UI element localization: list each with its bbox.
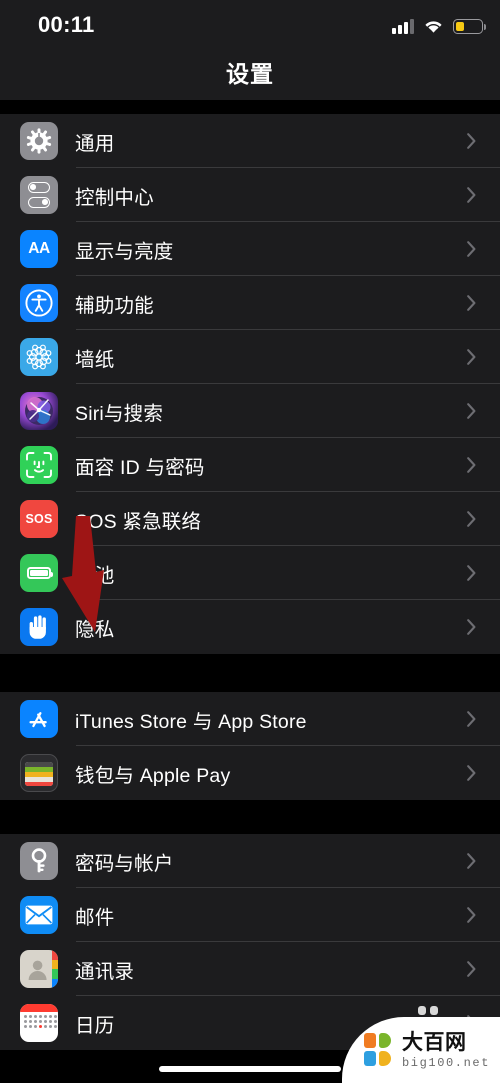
sos-icon: SOS [20, 500, 58, 538]
settings-row[interactable]: 邮件 [0, 888, 500, 942]
mail-icon [20, 896, 58, 934]
chevron-right-icon [467, 961, 476, 977]
settings-row-label: 显示与亮度 [75, 240, 174, 263]
siri-icon [20, 392, 58, 430]
settings-section-2: iTunes Store 与 App Store 钱包与 Apple Pay [0, 692, 500, 800]
settings-row-label: 日历 [75, 1014, 115, 1037]
settings-row-label: Siri与搜索 [75, 402, 164, 425]
display-brightness-icon: AA [20, 230, 58, 268]
key-icon [20, 842, 58, 880]
settings-row[interactable]: 钱包与 Apple Pay [0, 746, 500, 800]
page-title: 设置 [226, 61, 274, 87]
settings-row[interactable]: 通用 [0, 114, 500, 168]
cellular-bars-icon [392, 19, 414, 34]
chevron-right-icon [467, 133, 476, 149]
status-bar-clock: 00:11 [38, 12, 95, 37]
privacy-hand-icon [20, 608, 58, 646]
settings-row-label: 辅助功能 [75, 294, 154, 317]
settings-row[interactable]: Siri与搜索 [0, 384, 500, 438]
control-center-icon [20, 176, 58, 214]
settings-row[interactable]: 控制中心 [0, 168, 500, 222]
settings-row-label: 邮件 [75, 906, 115, 929]
big100-logo-icon [364, 1033, 394, 1067]
face-id-icon [20, 446, 58, 484]
settings-row-label: 电池 [75, 564, 115, 587]
settings-row-label: 通讯录 [75, 960, 135, 983]
battery-icon [20, 554, 58, 592]
chevron-right-icon [467, 765, 476, 781]
settings-screen: 00:11 设置 通用控制中心 AA 显示与亮度辅助功能墙纸 Siri与搜索面容 ID… [0, 0, 500, 1083]
wallpaper-icon [20, 338, 58, 376]
settings-row[interactable]: 通讯录 [0, 942, 500, 996]
settings-row[interactable]: 密码与帐户 [0, 834, 500, 888]
settings-row-label: 墙纸 [75, 348, 115, 371]
chevron-right-icon [467, 565, 476, 581]
chevron-right-icon [467, 619, 476, 635]
calendar-icon [20, 1004, 58, 1042]
chevron-right-icon [467, 403, 476, 419]
wallet-icon [20, 754, 58, 792]
contacts-icon [20, 950, 58, 988]
watermark-text: 大百网 big100.net [402, 1032, 490, 1069]
status-bar-indicators [392, 14, 486, 34]
watermark-name-en: big100.net [402, 1055, 491, 1070]
settings-row[interactable]: 隐私 [0, 600, 500, 654]
nav-bar: 设置 [0, 44, 500, 100]
wifi-icon [423, 18, 444, 34]
settings-row[interactable]: 电池 [0, 546, 500, 600]
settings-row[interactable]: SOS SOS 紧急联络 [0, 492, 500, 546]
chevron-right-icon [467, 295, 476, 311]
status-bar: 00:11 [0, 0, 500, 44]
chevron-right-icon [467, 457, 476, 473]
chevron-right-icon [467, 349, 476, 365]
home-indicator[interactable] [159, 1066, 341, 1072]
settings-row[interactable]: AA 显示与亮度 [0, 222, 500, 276]
section-gap [0, 800, 500, 834]
settings-row-label: iTunes Store 与 App Store [75, 710, 307, 733]
settings-row[interactable]: 面容 ID 与密码 [0, 438, 500, 492]
settings-row-label: 隐私 [75, 618, 115, 641]
settings-list: 通用 控制中心 AA 显示与亮度 辅助功能 墙纸 Siri与搜索 面容 ID 与密码 SOS SO… [0, 114, 500, 1050]
settings-row-label: 控制中心 [75, 186, 154, 209]
settings-row-label: SOS 紧急联络 [75, 510, 202, 533]
settings-row[interactable]: 墙纸 [0, 330, 500, 384]
accessibility-icon [20, 284, 58, 322]
settings-row-label: 面容 ID 与密码 [75, 456, 205, 479]
settings-row[interactable]: iTunes Store 与 App Store [0, 692, 500, 746]
chevron-right-icon [467, 907, 476, 923]
chevron-right-icon [467, 187, 476, 203]
chevron-right-icon [467, 241, 476, 257]
settings-row-label: 密码与帐户 [75, 852, 174, 875]
chevron-right-icon [467, 511, 476, 527]
gear-icon [20, 122, 58, 160]
section-gap [0, 100, 500, 114]
settings-section-1: 通用 控制中心 AA 显示与亮度 辅助功能 墙纸 Siri与搜索 面容 ID 与密码 SOS SO… [0, 114, 500, 654]
battery-low-power-icon [453, 19, 486, 34]
settings-row-label: 钱包与 Apple Pay [75, 764, 231, 787]
watermark-dots-icon [418, 1006, 438, 1015]
section-gap [0, 654, 500, 692]
settings-row-label: 通用 [75, 132, 115, 155]
chevron-right-icon [467, 853, 476, 869]
watermark-name-cn: 大百网 [402, 1030, 467, 1054]
settings-row[interactable]: 辅助功能 [0, 276, 500, 330]
app-store-icon [20, 700, 58, 738]
chevron-right-icon [467, 711, 476, 727]
